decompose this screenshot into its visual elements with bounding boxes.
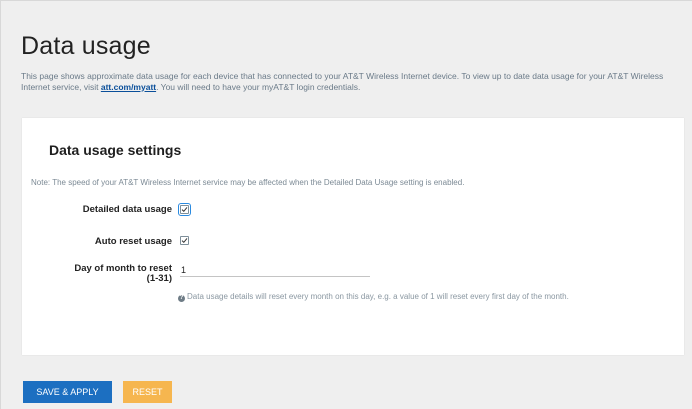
day-of-month-label-line2: (1-31) [146, 273, 172, 284]
day-help-text: ? Data usage details will reset every mon… [178, 291, 648, 302]
auto-reset-checkbox[interactable] [180, 236, 189, 245]
intro-text-end: . You will need to have your myAT&T logi… [156, 81, 361, 92]
settings-title: Data usage settings [49, 142, 182, 158]
question-circle-icon: ? [178, 295, 185, 302]
page-title: Data usage [21, 32, 151, 60]
auto-reset-label: Auto reset usage [94, 236, 172, 247]
day-of-month-input[interactable] [180, 263, 370, 277]
check-icon [181, 238, 188, 244]
reset-button[interactable]: RESET [123, 381, 172, 403]
myatt-link[interactable]: att.com/myatt [101, 82, 156, 92]
check-icon [181, 207, 188, 213]
day-help-text-content: Data usage details will reset every mont… [187, 292, 569, 301]
detailed-usage-label: Detailed data usage [82, 204, 172, 215]
data-usage-settings-card: Data usage settings Note: The speed of y… [22, 118, 684, 355]
intro-text: This page shows approximate data usage f… [21, 71, 676, 92]
settings-note: Note: The speed of your AT&T Wireless In… [31, 178, 465, 187]
detailed-usage-checkbox[interactable] [178, 203, 191, 216]
save-apply-button[interactable]: SAVE & APPLY [23, 381, 112, 403]
day-of-month-label: Day of month to reset (1-31) [22, 264, 172, 284]
